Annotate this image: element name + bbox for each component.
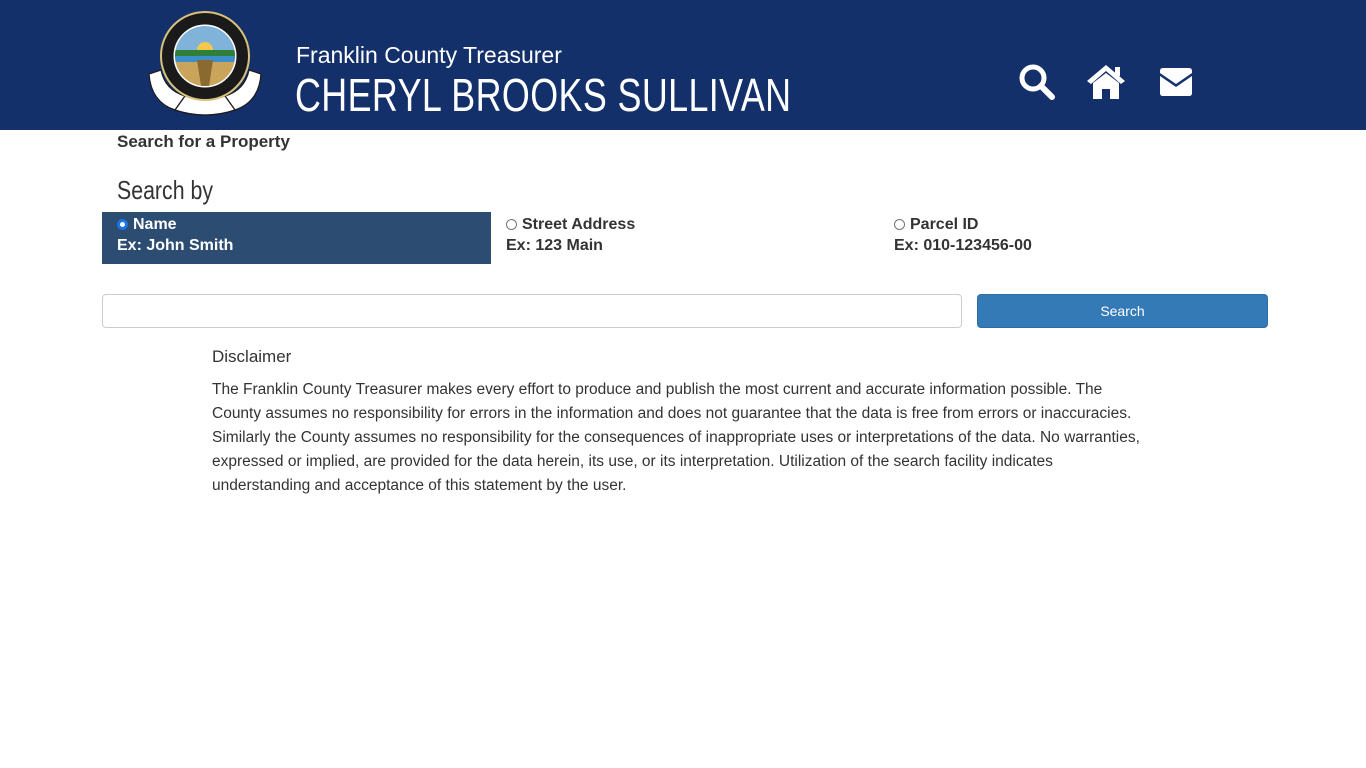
parcel-id-option-label: Parcel ID	[910, 216, 979, 233]
envelope-icon[interactable]	[1158, 62, 1194, 102]
search-by-label: Search by	[117, 175, 214, 205]
search-option-street-address[interactable]: Street Address Ex: 123 Main	[491, 212, 880, 264]
treasurer-seal-logo[interactable]	[145, 10, 265, 120]
name-radio[interactable]	[117, 218, 128, 230]
disclaimer-title: Disclaimer	[212, 347, 292, 366]
name-option-label: Name	[133, 216, 177, 233]
header-title: CHERYL BROOKS SULLIVAN	[295, 69, 792, 121]
search-option-name[interactable]: Name Ex: John Smith	[102, 212, 491, 264]
disclaimer-text: The Franklin County Treasurer makes ever…	[212, 381, 1140, 494]
street-address-option-example: Ex: 123 Main	[506, 237, 603, 254]
parcel-id-radio[interactable]	[894, 218, 905, 230]
search-button[interactable]: Search	[977, 294, 1268, 328]
home-icon[interactable]	[1085, 62, 1127, 102]
parcel-id-option-example: Ex: 010-123456-00	[894, 237, 1032, 254]
search-icon[interactable]	[1017, 62, 1057, 102]
page-heading: Search for a Property	[117, 132, 290, 151]
name-option-example: Ex: John Smith	[117, 237, 234, 254]
search-input[interactable]	[102, 294, 962, 328]
site-header: Franklin County Treasurer CHERYL BROOKS …	[0, 0, 1366, 130]
street-address-radio[interactable]	[506, 218, 517, 230]
search-option-parcel-id[interactable]: Parcel ID Ex: 010-123456-00	[879, 212, 1268, 264]
header-subtitle: Franklin County Treasurer	[296, 42, 562, 68]
street-address-option-label: Street Address	[522, 216, 636, 233]
